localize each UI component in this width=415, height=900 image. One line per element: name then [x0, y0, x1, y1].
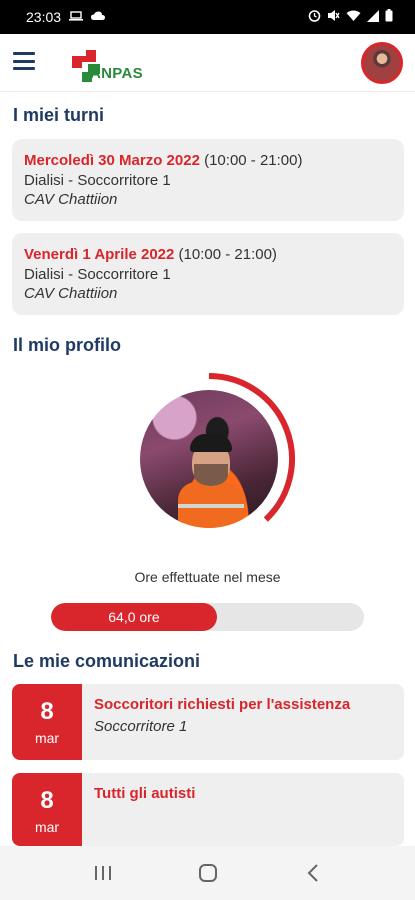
- message-date-badge: 8 mar: [12, 684, 82, 760]
- message-card[interactable]: 8 mar Soccoritori richiesti per l'assist…: [12, 684, 404, 760]
- message-date-badge: 8 mar: [12, 773, 82, 846]
- communications-title: Le mie comunicazioni: [13, 651, 201, 671]
- profile-photo: [140, 390, 278, 528]
- hours-progress-bar: 64,0 ore: [51, 603, 364, 631]
- message-subtitle: Soccorritore 1: [94, 718, 188, 735]
- alarm-icon: [308, 9, 321, 25]
- shift-date: Venerdì 1 Aprile 2022: [24, 246, 175, 263]
- cloud-icon: [91, 11, 106, 24]
- shifts-title: I miei turni: [13, 105, 105, 125]
- shift-role: Dialisi - Soccorritore 1: [24, 265, 171, 283]
- mute-icon: [327, 9, 340, 25]
- hours-value: 64,0 ore: [108, 609, 160, 625]
- message-day: 8: [40, 698, 54, 725]
- laptop-icon: [69, 10, 84, 24]
- shift-card[interactable]: Mercoledì 30 Marzo 2022 (10:00 - 21:00) …: [12, 139, 404, 221]
- user-avatar[interactable]: [361, 42, 403, 84]
- signal-icon: [367, 9, 379, 25]
- status-bar: 23:03: [0, 0, 415, 34]
- recent-apps-button[interactable]: [83, 853, 123, 893]
- hours-progress-fill: 64,0 ore: [51, 603, 217, 631]
- hours-label: Ore effettuate nel mese: [134, 569, 281, 585]
- home-button[interactable]: [188, 853, 228, 893]
- message-day: 8: [40, 787, 54, 814]
- app-bar: ANPAS: [0, 34, 415, 92]
- profile-progress-ring: [136, 371, 296, 543]
- shift-time: (10:00 - 21:00): [204, 152, 303, 169]
- message-title: Soccoritori richiesti per l'assistenza: [94, 696, 351, 713]
- system-nav-bar: [0, 846, 415, 900]
- menu-icon[interactable]: [13, 52, 35, 70]
- wifi-icon: [346, 10, 361, 25]
- message-month: mar: [34, 730, 60, 746]
- shift-place: CAV Chattiion: [24, 285, 118, 302]
- shift-role: Dialisi - Soccorritore 1: [24, 171, 171, 189]
- shift-time: (10:00 - 21:00): [178, 246, 277, 263]
- shift-place: CAV Chattiion: [24, 191, 118, 208]
- back-button[interactable]: [293, 853, 333, 893]
- shift-date: Mercoledì 30 Marzo 2022: [24, 152, 200, 169]
- message-title: Tutti gli autisti: [94, 785, 196, 802]
- logo-text: ANPAS: [90, 65, 143, 82]
- status-time: 23:03: [26, 9, 62, 25]
- shift-card[interactable]: Venerdì 1 Aprile 2022 (10:00 - 21:00) Di…: [12, 233, 404, 315]
- battery-icon: [385, 9, 393, 25]
- message-card[interactable]: 8 mar Tutti gli autisti: [12, 773, 404, 846]
- message-month: mar: [34, 819, 60, 835]
- profile-title: Il mio profilo: [13, 335, 121, 355]
